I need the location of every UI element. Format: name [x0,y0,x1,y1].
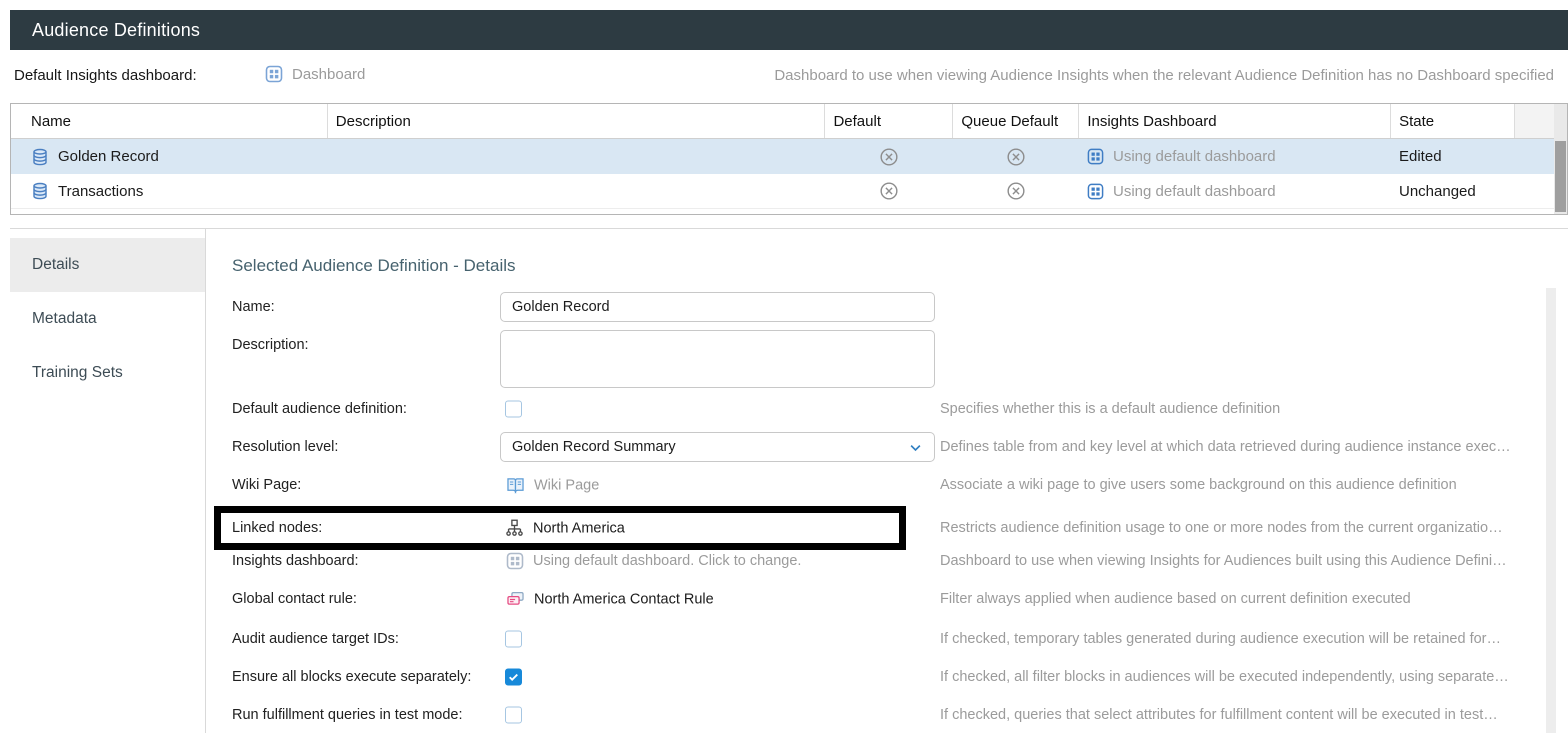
resolution-level-label: Resolution level: [232,439,338,455]
name-label: Name: [232,299,275,315]
details-scrollbar[interactable] [1546,288,1556,733]
audit-target-ids-checkbox[interactable] [505,631,522,648]
help-text: Filter always applied when audience base… [940,591,1546,607]
table-row-transactions[interactable]: Transactions Using default dashboard Unc… [11,174,1554,209]
table-header-row: Name Description Default Queue Default I… [11,104,1554,139]
chevron-down-icon [908,440,923,455]
table-row-golden-record[interactable]: Golden Record Using default dashboard Ed… [11,139,1554,174]
run-fulfillment-test-label: Run fulfillment queries in test mode: [232,707,463,723]
dashboard-icon [506,552,524,570]
cell-name: Golden Record [11,139,327,174]
insights-dashboard-link[interactable]: Using default dashboard. Click to change… [506,552,801,570]
cell-name: Transactions [11,174,327,208]
table-scrollbar[interactable] [1554,104,1567,214]
help-text: Specifies whether this is a default audi… [940,401,1546,417]
book-icon [506,476,525,495]
column-header-queue-default[interactable]: Queue Default [952,104,1078,138]
cell-description [327,139,825,174]
dashboard-icon [1087,183,1104,200]
section-divider [10,228,1568,229]
field-row-insights-dashboard: Insights dashboard: Using default dashbo… [0,546,1568,576]
wiki-page-label: Wiki Page: [232,477,301,493]
insights-dashboard-label: Insights dashboard: [232,553,359,569]
cell-default [825,139,953,174]
column-header-default[interactable]: Default [824,104,952,138]
linked-nodes-label: Linked nodes: [232,520,322,536]
help-text: If checked, queries that select attribut… [940,707,1546,723]
field-row-name: Name: [0,292,1568,322]
default-dashboard-picker-button[interactable]: Dashboard [265,65,365,83]
tab-details[interactable]: Details [10,238,205,292]
global-contact-rule-label: Global contact rule: [232,591,357,607]
default-audience-definition-checkbox[interactable] [505,401,522,418]
cell-queue-default [953,139,1079,174]
cards-icon [506,590,525,609]
org-chart-icon [505,519,524,538]
field-row-resolution-level: Resolution level: Golden Record Summary … [0,432,1568,462]
crossed-circle-icon [879,181,899,201]
app-title-bar: Audience Definitions [10,10,1568,50]
wiki-page-link[interactable]: Wiki Page [506,476,599,495]
ensure-blocks-label: Ensure all blocks execute separately: [232,669,471,685]
field-row-description: Description: [0,330,1568,388]
linked-nodes-highlight-box: Linked nodes: North America [214,506,906,550]
default-dashboard-help-text: Dashboard to use when viewing Audience I… [774,67,1554,84]
audit-target-ids-label: Audit audience target IDs: [232,631,399,647]
field-row-wiki-page: Wiki Page: Wiki Page Associate a wiki pa… [0,470,1568,500]
field-row-global-contact-rule: Global contact rule: North America Conta… [0,584,1568,614]
description-textarea[interactable] [500,330,935,388]
field-row-ensure-blocks-separately: Ensure all blocks execute separately: If… [0,662,1568,692]
help-text: Defines table from and key level at whic… [940,439,1546,455]
global-contact-rule-link[interactable]: North America Contact Rule [506,590,714,609]
help-text: Dashboard to use when viewing Insights f… [940,553,1546,569]
column-header-state[interactable]: State [1390,104,1514,138]
column-header-name[interactable]: Name [11,104,327,138]
column-header-insights-dashboard[interactable]: Insights Dashboard [1078,104,1390,138]
cell-state: Edited [1391,139,1515,174]
default-dashboard-picker-label: Dashboard [292,66,365,83]
dashboard-icon [265,65,283,83]
details-panel-title: Selected Audience Definition - Details [232,256,516,276]
field-row-linked-nodes: Linked nodes: North America Restricts au… [0,506,1568,550]
table-scrollbar-thumb[interactable] [1555,141,1566,212]
run-fulfillment-test-checkbox[interactable] [505,707,522,724]
help-text: Restricts audience definition usage to o… [940,520,1546,536]
field-row-audit-target-ids: Audit audience target IDs: If checked, t… [0,624,1568,654]
field-row-default-audience-definition: Default audience definition: Specifies w… [0,394,1568,424]
description-label: Description: [232,337,309,353]
audience-definitions-table: Name Description Default Queue Default I… [10,103,1568,215]
default-audience-definition-label: Default audience definition: [232,401,407,417]
page-title: Audience Definitions [32,20,200,41]
default-insights-dashboard-label: Default Insights dashboard: [14,67,197,84]
cell-insights-dashboard: Using default dashboard [1079,174,1391,208]
linked-nodes-link[interactable]: North America [505,519,625,538]
database-icon [31,182,49,200]
help-text: If checked, all filter blocks in audienc… [940,669,1546,685]
help-text: Associate a wiki page to give users some… [940,477,1546,493]
name-input[interactable] [500,292,935,322]
cell-default [825,174,953,208]
cell-state: Unchanged [1391,174,1515,208]
cell-insights-dashboard: Using default dashboard [1079,139,1391,174]
resolution-level-select[interactable]: Golden Record Summary [500,432,935,462]
check-icon [507,671,520,684]
column-header-filler [1514,104,1554,138]
cell-queue-default [953,174,1079,208]
cell-description [327,174,825,208]
crossed-circle-icon [879,147,899,167]
ensure-blocks-checkbox[interactable] [505,669,522,686]
field-row-run-fulfillment-test: Run fulfillment queries in test mode: If… [0,700,1568,730]
crossed-circle-icon [1006,147,1026,167]
crossed-circle-icon [1006,181,1026,201]
column-header-description[interactable]: Description [327,104,825,138]
dashboard-icon [1087,148,1104,165]
database-icon [31,148,49,166]
help-text: If checked, temporary tables generated d… [940,631,1546,647]
